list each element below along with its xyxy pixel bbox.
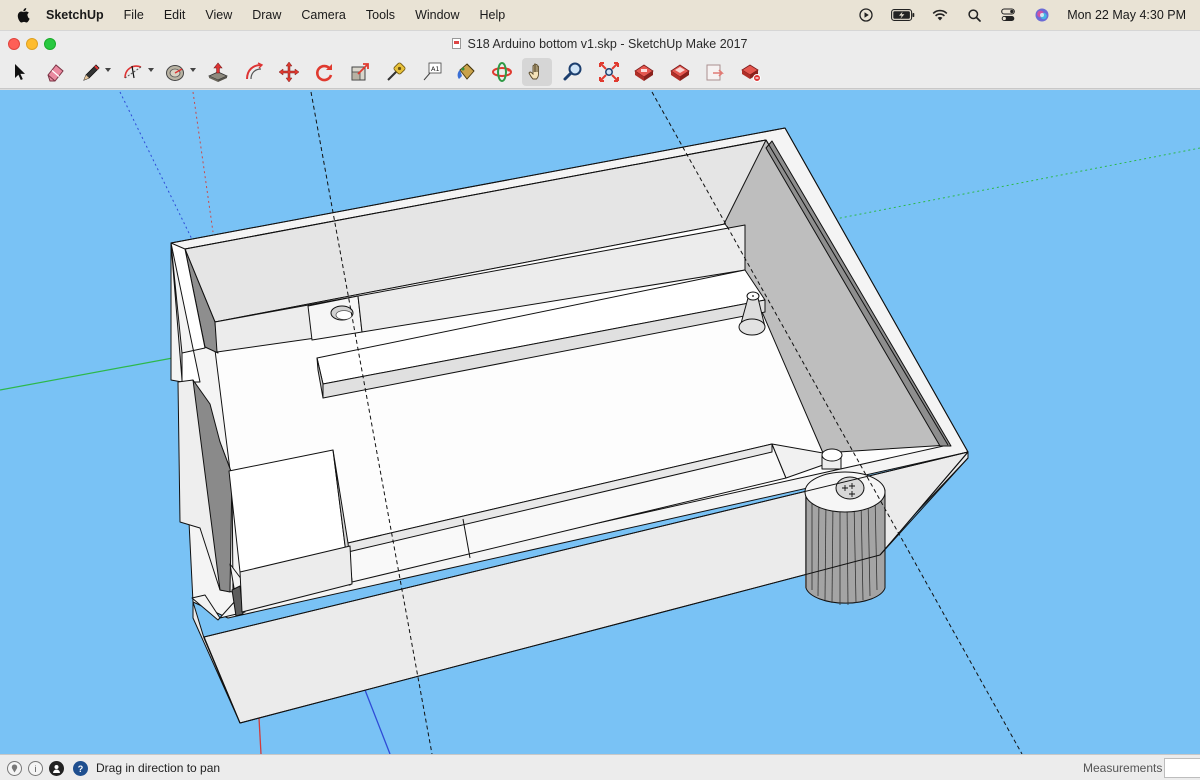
pencil-icon: [83, 64, 100, 81]
enclosure-model[interactable]: [170, 127, 969, 724]
menu-help[interactable]: Help: [470, 0, 516, 30]
warehouse-icon: [634, 64, 654, 81]
wifi-icon[interactable]: [931, 6, 949, 24]
credits-info-icon[interactable]: i: [28, 761, 43, 776]
3d-warehouse-button[interactable]: [629, 58, 659, 86]
paint-bucket-icon: [457, 63, 475, 80]
menu-app-name[interactable]: SketchUp: [46, 0, 114, 30]
status-bar: i ? Drag in direction to pan Measurement…: [0, 754, 1200, 780]
document-proxy-icon[interactable]: [452, 38, 462, 49]
send-to-layout-button[interactable]: [700, 58, 730, 86]
shapes-tool-button[interactable]: [160, 58, 190, 86]
select-tool-button[interactable]: [4, 58, 34, 86]
measurements-input[interactable]: [1164, 758, 1200, 778]
window-title-text: S18 Arduino bottom v1.skp - SketchUp Mak…: [467, 37, 748, 51]
menu-view[interactable]: View: [195, 0, 242, 30]
window-title: S18 Arduino bottom v1.skp - SketchUp Mak…: [0, 31, 1200, 57]
orbit-icon: [492, 62, 512, 82]
front-peg: [821, 448, 843, 470]
tape-measure-icon: [387, 62, 406, 81]
extension-warehouse-icon: [670, 64, 690, 81]
menu-bar-clock[interactable]: Mon 22 May 4:30 PM: [1067, 8, 1186, 22]
line-tool-button[interactable]: [76, 58, 106, 86]
tape-measure-tool-button[interactable]: [381, 58, 411, 86]
red-axis-dotted: [192, 91, 214, 233]
text-label-icon: A1: [423, 62, 442, 81]
circle-shape-icon: [166, 65, 184, 81]
control-center-icon[interactable]: [999, 6, 1017, 24]
menu-tools[interactable]: Tools: [356, 0, 405, 30]
model-canvas: [0, 91, 1200, 754]
eraser-tool-button[interactable]: [40, 58, 70, 86]
battery-icon[interactable]: [891, 6, 915, 24]
rotate-tool-button[interactable]: [309, 58, 339, 86]
window-title-bar: S18 Arduino bottom v1.skp - SketchUp Mak…: [0, 30, 1200, 56]
status-hint-text: Drag in direction to pan: [96, 761, 221, 775]
macos-menu-bar: SketchUp File Edit View Draw Camera Tool…: [0, 0, 1200, 30]
extension-warehouse-button[interactable]: [665, 58, 695, 86]
zoom-tool-button[interactable]: [558, 58, 588, 86]
zoom-magnifier-icon: [563, 62, 582, 81]
menu-file[interactable]: File: [114, 0, 154, 30]
scale-icon: [351, 63, 369, 81]
scale-tool-button[interactable]: [345, 58, 375, 86]
geolocation-icon[interactable]: [7, 761, 22, 776]
pan-tool-button[interactable]: [522, 58, 552, 86]
zoom-extents-icon: [599, 62, 619, 82]
move-tool-button[interactable]: [274, 58, 304, 86]
siri-icon[interactable]: [1033, 6, 1051, 24]
green-axis-dotted: [829, 147, 1200, 221]
menu-window[interactable]: Window: [405, 0, 469, 30]
user-account-icon[interactable]: [49, 761, 64, 776]
blue-axis: [364, 689, 391, 754]
text-tool-button[interactable]: A1: [417, 58, 447, 86]
drawing-viewport[interactable]: [0, 90, 1200, 754]
push-pull-icon: [208, 62, 228, 82]
help-icon[interactable]: ?: [73, 761, 88, 776]
push-pull-tool-button[interactable]: [203, 58, 233, 86]
menu-bar-status-area: Mon 22 May 4:30 PM: [857, 0, 1186, 30]
arc-tool-dropdown-icon[interactable]: [148, 68, 154, 72]
arc-icon: [124, 65, 142, 79]
pan-hand-icon: [528, 63, 539, 80]
menu-edit[interactable]: Edit: [154, 0, 196, 30]
apple-menu-icon[interactable]: [0, 0, 46, 30]
menu-camera[interactable]: Camera: [291, 0, 355, 30]
extension-manager-button[interactable]: [736, 58, 766, 86]
move-arrows-icon: [278, 61, 300, 83]
follow-me-tool-button[interactable]: [239, 58, 269, 86]
measurements-label: Measurements: [1083, 761, 1163, 775]
zoom-extents-tool-button[interactable]: [594, 58, 624, 86]
eraser-icon: [47, 64, 64, 82]
send-to-layout-icon: [706, 64, 724, 81]
select-arrow-icon: [15, 64, 25, 80]
menu-draw[interactable]: Draw: [242, 0, 291, 30]
arc-tool-button[interactable]: [118, 58, 148, 86]
line-tool-dropdown-icon[interactable]: [105, 68, 111, 72]
svg-text:A1: A1: [431, 65, 440, 73]
extension-manager-icon: [741, 64, 761, 82]
rotate-icon: [316, 64, 333, 82]
paint-bucket-tool-button[interactable]: [451, 58, 481, 86]
orbit-tool-button[interactable]: [487, 58, 517, 86]
red-axis: [258, 717, 262, 754]
search-icon[interactable]: [965, 6, 983, 24]
play-icon[interactable]: [857, 6, 875, 24]
getting-started-toolbar: A1: [0, 56, 1200, 89]
follow-me-icon: [246, 62, 264, 80]
cylinder-post: [804, 471, 886, 606]
shapes-tool-dropdown-icon[interactable]: [190, 68, 196, 72]
